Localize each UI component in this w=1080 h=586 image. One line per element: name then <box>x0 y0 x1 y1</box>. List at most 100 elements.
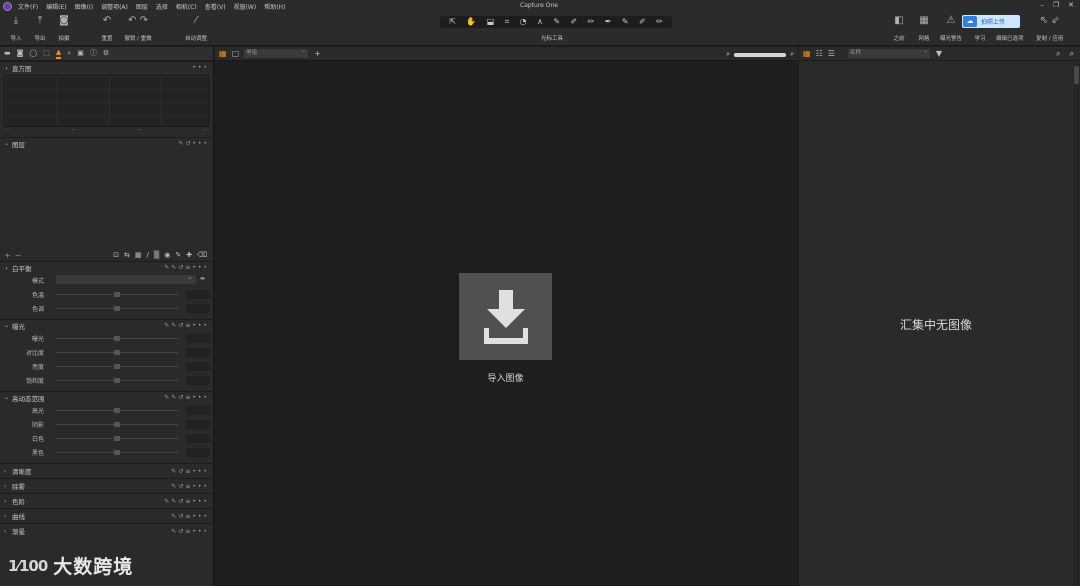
layers-header[interactable]: ⌄ 图层 ✎↺••• <box>0 137 213 149</box>
kelvin-value[interactable] <box>186 290 210 299</box>
layer-tool-9-icon[interactable]: ⌫ <box>197 251 207 259</box>
menu-help[interactable]: 帮助(H) <box>264 2 285 11</box>
tab-metadata-icon[interactable]: ⓘ <box>90 49 97 58</box>
section-controls-icon[interactable]: ✎✎↺≡••• <box>164 322 209 329</box>
more-icon[interactable]: ••• <box>192 64 209 71</box>
tab-lens-icon[interactable]: ◯ <box>29 49 37 58</box>
grid-button[interactable]: ▦ 网格 <box>918 15 930 42</box>
learn-button[interactable]: 学习 <box>974 15 986 42</box>
filmstrip-view-icon[interactable]: ☰ <box>828 49 835 58</box>
levels-header[interactable]: › 色阶 ✎✎↺≡••• <box>0 493 213 508</box>
tab-composition-icon[interactable]: ⬚ <box>43 49 50 58</box>
capture-button[interactable]: ◙ 拍摄 <box>58 15 70 42</box>
zoom-slider[interactable] <box>734 52 787 57</box>
zoom-out-icon[interactable]: ⌕ <box>726 50 730 59</box>
pan-hand-icon[interactable]: ✋ <box>466 17 476 27</box>
wb-picker-icon[interactable]: ✐ <box>639 17 646 27</box>
section-controls-icon[interactable]: ✎↺≡••• <box>171 528 209 535</box>
layer-tool-6-icon[interactable]: ◉ <box>164 251 170 259</box>
export-button[interactable]: ⤒ 导出 <box>34 15 46 42</box>
import-button[interactable]: ⤓ 导入 <box>10 15 22 42</box>
section-controls-icon[interactable]: ✎↺≡••• <box>171 513 209 520</box>
tab-capture-icon[interactable]: ◙ <box>17 49 24 58</box>
exposure-slider[interactable] <box>56 336 178 341</box>
shadow-slider[interactable] <box>56 422 178 427</box>
import-images-button[interactable] <box>459 273 552 360</box>
minimize-icon[interactable]: – <box>1040 1 1044 9</box>
edit-selected-button[interactable]: 编辑已选项 <box>996 15 1024 42</box>
undo-redo-button[interactable]: ↶ ↷ 撤销 / 重做 <box>124 15 152 42</box>
section-controls-icon[interactable]: ✎↺≡••• <box>171 468 209 475</box>
add-icon[interactable]: + <box>314 49 321 58</box>
shadow-value[interactable] <box>186 420 210 429</box>
menu-window[interactable]: 视窗(W) <box>234 2 257 11</box>
wb-mode-select[interactable] <box>56 273 196 284</box>
copy-apply-button[interactable]: ⇖ ⇙ 复制 / 应用 <box>1036 15 1063 42</box>
tab-output-icon[interactable]: ⚙ <box>103 49 109 58</box>
zoom-in-icon[interactable]: ⌕ <box>790 50 794 59</box>
kelvin-slider[interactable] <box>56 292 178 297</box>
highlight-slider[interactable] <box>56 408 178 413</box>
color-picker-icon[interactable]: ✎ <box>622 17 629 27</box>
loupe-icon[interactable]: ⬓ <box>487 17 495 27</box>
section-controls-icon[interactable]: ✎✎↺≡••• <box>164 394 209 401</box>
histogram-header[interactable]: ⌄ 直方图 ••• <box>0 61 213 73</box>
menu-edit[interactable]: 编辑(E) <box>46 2 66 11</box>
brightness-value[interactable] <box>186 362 210 371</box>
tab-details-icon[interactable]: ⌕ <box>67 49 71 58</box>
annotate-icon[interactable]: ✏ <box>656 17 663 27</box>
hdr-header[interactable]: ⌄ 高动态范围 ✎✎↺≡••• <box>0 391 213 403</box>
close-icon[interactable]: ✕ <box>1068 1 1074 9</box>
exposure-header[interactable]: ⌄ 曝光 ✎✎↺≡••• <box>0 319 213 331</box>
list-view-icon[interactable]: ☷ <box>816 49 823 58</box>
draw-mask-icon[interactable]: ✐ <box>570 17 577 27</box>
vignette-header[interactable]: › 渐晕 ✎↺≡••• <box>0 523 213 538</box>
tab-exposure-icon[interactable]: ▲ <box>55 48 62 59</box>
magnifier-icon[interactable]: ⌕ <box>1070 49 1074 59</box>
tint-slider[interactable] <box>56 306 178 311</box>
menu-image[interactable]: 图像(I) <box>75 2 93 11</box>
contrast-slider[interactable] <box>56 350 178 355</box>
brightness-slider[interactable] <box>56 364 178 369</box>
dehaze-header[interactable]: › 除雾 ✎↺≡••• <box>0 478 213 493</box>
white-balance-header[interactable]: ⌄ 白平衡 ✎✎↺≡••• <box>0 261 213 273</box>
sort-select[interactable]: 名称 <box>847 47 930 58</box>
tab-library-icon[interactable]: ▬ <box>4 49 11 58</box>
auto-adjust-button[interactable]: ⁄ 自动调整 <box>185 15 207 42</box>
before-button[interactable]: ◧ 之前 <box>893 15 905 42</box>
layer-tool-1-icon[interactable]: ⊡ <box>113 251 119 259</box>
section-controls-icon[interactable]: ✎↺≡••• <box>171 483 209 490</box>
layer-tool-7-icon[interactable]: ✎ <box>175 251 181 259</box>
single-view-icon[interactable]: ▢ <box>232 49 240 58</box>
menu-view[interactable]: 查看(V) <box>205 2 226 11</box>
gradient-mask-icon[interactable]: ✒ <box>605 17 612 27</box>
erase-mask-icon[interactable]: ✏ <box>588 17 595 27</box>
reset-button[interactable]: ↶ 重置 <box>101 15 113 42</box>
filter-icon[interactable]: ▼ <box>936 49 942 58</box>
maximize-icon[interactable]: ❐ <box>1053 1 1059 9</box>
layer-tool-8-icon[interactable]: ✚ <box>186 251 192 259</box>
exposure-value[interactable] <box>186 334 210 343</box>
contrast-value[interactable] <box>186 348 210 357</box>
select-cursor-icon[interactable]: ⇱ <box>449 17 456 27</box>
section-controls-icon[interactable]: ✎↺••• <box>178 140 209 147</box>
add-remove-layer-icon[interactable]: +− <box>4 251 25 260</box>
search-icon[interactable]: ⌕ <box>1056 49 1060 59</box>
rotate-icon[interactable]: ◔ <box>520 17 527 27</box>
layer-tool-4-icon[interactable]: / <box>146 251 148 259</box>
saturation-slider[interactable] <box>56 378 178 383</box>
grid-view-icon[interactable]: ▦ <box>219 49 227 58</box>
spot-removal-icon[interactable]: ✎ <box>553 17 560 27</box>
menu-select[interactable]: 选择 <box>156 2 168 11</box>
section-controls-icon[interactable]: ✎✎↺≡••• <box>164 498 209 505</box>
viewer-filter-select[interactable]: 黑暗 <box>244 47 309 58</box>
menu-file[interactable]: 文件(F) <box>18 2 38 11</box>
tab-adjustments-icon[interactable]: ▣ <box>77 49 84 58</box>
browser-scrollbar[interactable] <box>1073 62 1080 586</box>
menu-camera[interactable]: 相机(C) <box>176 2 197 11</box>
highlight-value[interactable] <box>186 406 210 415</box>
black-value[interactable] <box>186 448 210 457</box>
wb-picker-icon[interactable]: ✒ <box>200 275 206 283</box>
tint-value[interactable] <box>186 304 210 313</box>
white-value[interactable] <box>186 434 210 443</box>
